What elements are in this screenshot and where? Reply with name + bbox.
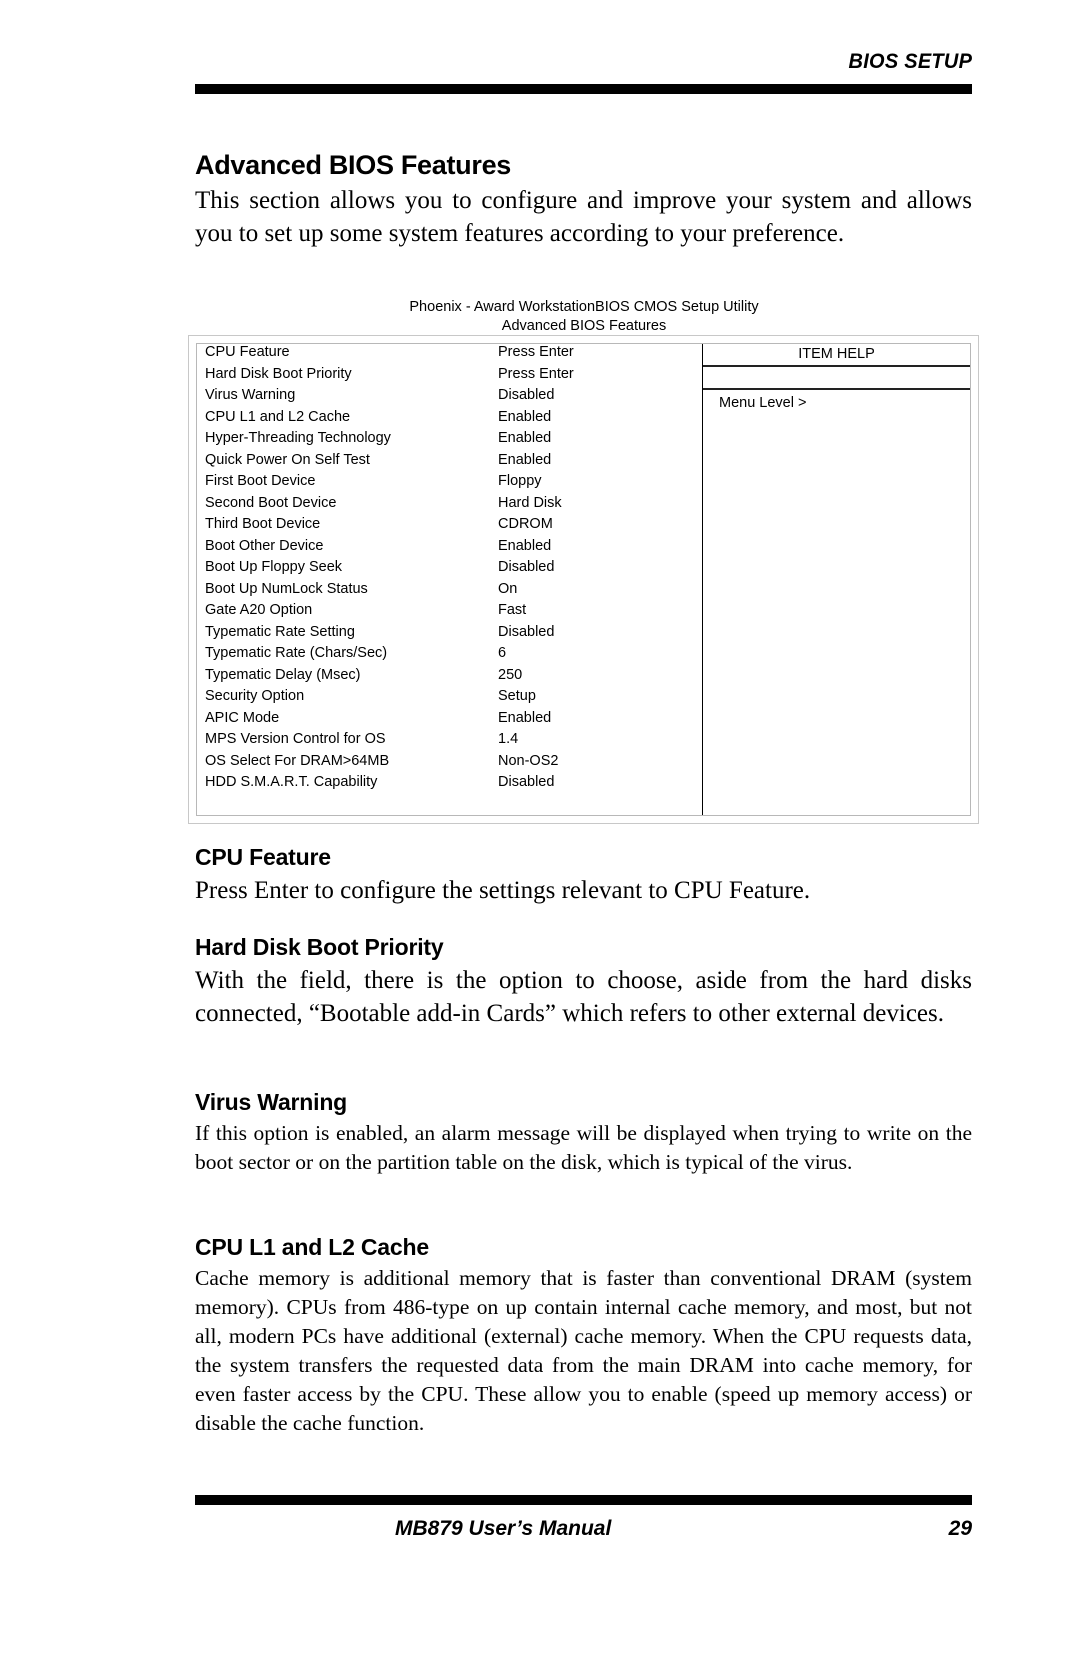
- section-heading-virus-warning: Virus Warning: [195, 1089, 348, 1115]
- bios-setting-label: Gate A20 Option: [205, 602, 313, 618]
- bios-setting-value[interactable]: Setup: [498, 688, 536, 704]
- bios-setting-value[interactable]: 250: [498, 667, 522, 683]
- bios-setting-value[interactable]: 6: [498, 645, 506, 661]
- section-heading-hdd-boot-priority: Hard Disk Boot Priority: [195, 934, 444, 960]
- bios-setting-value[interactable]: Non-OS2: [498, 753, 558, 769]
- bios-setting-value[interactable]: Floppy: [498, 473, 542, 489]
- header-rule: [195, 84, 972, 94]
- bios-setting-value[interactable]: Enabled: [498, 452, 551, 468]
- bios-setting-label: OS Select For DRAM>64MB: [205, 752, 390, 769]
- bios-setting-value[interactable]: Disabled: [498, 774, 554, 790]
- bios-setting-label: Typematic Rate (Chars/Sec): [205, 645, 388, 661]
- running-header: BIOS SETUP: [848, 50, 972, 73]
- bios-setting-label: Boot Up Floppy Seek: [205, 559, 343, 575]
- bios-setting-label: APIC Mode: [205, 709, 280, 726]
- bios-setting-value[interactable]: Enabled: [498, 409, 551, 425]
- page-title: Advanced BIOS Features: [195, 150, 512, 180]
- bios-screen-panel: CPU Feature Press Enter Hard Disk Boot Pri…: [196, 343, 971, 816]
- item-help-panel: ITEM HELP Menu Level >: [702, 344, 970, 815]
- bios-setting-label: First Boot Device: [205, 473, 316, 489]
- bios-setting-label: Second Boot Device: [205, 494, 337, 511]
- bios-setting-label: Third Boot Device: [205, 516, 321, 532]
- bios-caption-screen: Advanced BIOS Features: [501, 318, 667, 334]
- bios-setting-value[interactable]: Fast: [498, 602, 526, 618]
- bios-setting-label: CPU L1 and L2 Cache: [205, 408, 351, 425]
- bios-setting-value[interactable]: Hard Disk: [498, 495, 562, 511]
- bios-setting-value[interactable]: Enabled: [498, 538, 551, 554]
- bios-setting-label: Security Option: [205, 688, 305, 704]
- bios-setting-value[interactable]: Press Enter: [498, 366, 574, 382]
- footer-rule: [195, 1495, 972, 1505]
- section-heading-cpu-feature: CPU Feature: [195, 844, 331, 870]
- bios-caption-utility: Phoenix - Award WorkstationBIOS CMOS Set…: [409, 299, 759, 315]
- bios-screen-frame: CPU Feature Press Enter Hard Disk Boot Pri…: [188, 335, 979, 824]
- footer-manual-title: MB879 User’s Manual: [395, 1517, 612, 1540]
- bios-setting-label: Virus Warning: [205, 387, 296, 403]
- bios-setting-label: Quick Power On Self Test: [205, 451, 370, 468]
- bios-setting-label: CPU Feature: [205, 344, 290, 360]
- bios-setting-label: HDD S.M.A.R.T. Capability: [205, 774, 378, 790]
- section-text-virus-warning: If this option is enabled, an alarm mess…: [195, 1121, 972, 1174]
- bios-setting-label: Typematic Rate Setting: [205, 623, 355, 640]
- section-text-cpu-cache: Cache memory is additional memory that i…: [195, 1266, 972, 1435]
- intro-paragraph: This section allows you to configure and…: [195, 187, 972, 247]
- bios-setting-value[interactable]: Enabled: [498, 430, 551, 446]
- bios-setting-label: MPS Version Control for OS: [205, 731, 386, 747]
- bios-setting-label: Boot Other Device: [205, 537, 324, 554]
- section-heading-cpu-cache: CPU L1 and L2 Cache: [195, 1234, 429, 1260]
- bios-setting-label: Hyper-Threading Technology: [205, 430, 391, 446]
- section-text-cpu-feature: Press Enter to configure the settings re…: [195, 877, 811, 904]
- bios-setting-value[interactable]: CDROM: [498, 516, 553, 532]
- item-help-title: ITEM HELP: [703, 344, 970, 367]
- bios-setting-label: Typematic Delay (Msec): [205, 666, 361, 683]
- bios-setting-value[interactable]: Disabled: [498, 387, 554, 403]
- section-text-hdd-boot-priority: With the field, there is the option to c…: [195, 967, 972, 1027]
- item-help-blank-row: [703, 367, 970, 390]
- bios-setting-value[interactable]: 1.4: [498, 731, 518, 747]
- menu-level-text: Menu Level >: [719, 395, 807, 411]
- bios-setting-value[interactable]: Disabled: [498, 559, 554, 575]
- bios-setting-value[interactable]: Enabled: [498, 710, 551, 726]
- bios-setting-value[interactable]: On: [498, 581, 517, 597]
- bios-setting-value[interactable]: Press Enter: [498, 344, 574, 360]
- bios-setting-value[interactable]: Disabled: [498, 624, 554, 640]
- bios-setting-label: Hard Disk Boot Priority: [205, 365, 352, 382]
- footer-page-number: 29: [948, 1517, 972, 1540]
- bios-setting-label: Boot Up NumLock Status: [205, 580, 368, 597]
